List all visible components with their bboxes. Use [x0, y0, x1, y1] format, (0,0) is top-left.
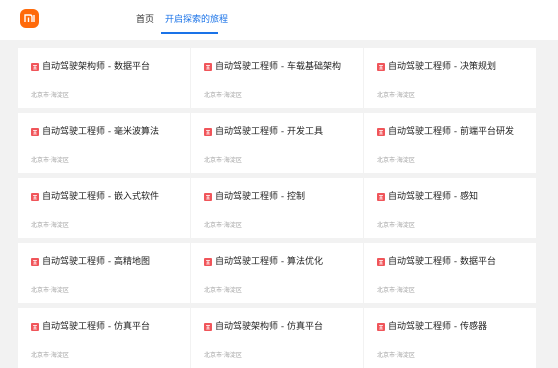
job-location: 北京市·海淀区	[204, 287, 242, 294]
job-location: 北京市·海淀区	[204, 222, 242, 229]
job-card[interactable]: 自动驾驶工程师 - 决策规划北京市·海淀区	[364, 48, 536, 108]
job-card[interactable]: 自动驾驶工程师 - 数据平台北京市·海淀区	[364, 243, 536, 303]
job-card[interactable]: 自动驾驶工程师 - 传感器北京市·海淀区	[364, 308, 536, 368]
job-location: 北京市·海淀区	[204, 92, 242, 99]
job-location: 北京市·海淀区	[204, 352, 242, 359]
job-title-text[interactable]: 自动驾驶工程师 - 仿真平台	[42, 321, 150, 334]
job-title: 自动驾驶工程师 - 决策规划	[377, 61, 524, 74]
job-title-text[interactable]: 自动驾驶工程师 - 车载基础架构	[215, 61, 341, 74]
tab-explore-journey[interactable]: 开启探索的旅程	[165, 14, 228, 26]
job-type-badge-icon	[31, 193, 39, 201]
tab-home[interactable]: 首页	[136, 14, 154, 26]
job-title: 自动驾驶工程师 - 感知	[377, 191, 524, 204]
job-type-badge-icon	[204, 258, 212, 266]
active-tab-underline	[161, 32, 218, 34]
job-location: 北京市·海淀区	[377, 287, 415, 294]
job-location: 北京市·海淀区	[31, 92, 69, 99]
job-card[interactable]: 自动驾驶工程师 - 仿真平台北京市·海淀区	[18, 308, 190, 368]
job-card[interactable]: 自动驾驶工程师 - 开发工具北京市·海淀区	[191, 113, 363, 173]
job-type-badge-icon	[31, 258, 39, 266]
job-title-text[interactable]: 自动驾驶工程师 - 毫米波算法	[42, 126, 159, 139]
job-type-badge-icon	[377, 193, 385, 201]
job-title: 自动驾驶工程师 - 传感器	[377, 321, 524, 334]
job-title: 自动驾驶工程师 - 毫米波算法	[31, 126, 178, 139]
job-location: 北京市·海淀区	[31, 222, 69, 229]
job-location: 北京市·海淀区	[31, 352, 69, 359]
job-type-badge-icon	[204, 128, 212, 136]
job-location: 北京市·海淀区	[377, 92, 415, 99]
job-type-badge-icon	[204, 63, 212, 71]
job-title: 自动驾驶工程师 - 高精地图	[31, 256, 178, 269]
job-card[interactable]: 自动驾驶工程师 - 感知北京市·海淀区	[364, 178, 536, 238]
job-title: 自动驾驶工程师 - 仿真平台	[31, 321, 178, 334]
job-card[interactable]: 自动驾驶工程师 - 前端平台研发北京市·海淀区	[364, 113, 536, 173]
top-nav-bar: 首页 开启探索的旅程	[0, 0, 558, 40]
job-title: 自动驾驶工程师 - 开发工具	[204, 126, 351, 139]
job-type-badge-icon	[377, 63, 385, 71]
job-type-badge-icon	[377, 258, 385, 266]
job-title: 自动驾驶工程师 - 前端平台研发	[377, 126, 524, 139]
job-title-text[interactable]: 自动驾驶工程师 - 高精地图	[42, 256, 150, 269]
job-title-text[interactable]: 自动驾驶工程师 - 开发工具	[215, 126, 323, 139]
job-title-text[interactable]: 自动驾驶工程师 - 决策规划	[388, 61, 496, 74]
job-title-text[interactable]: 自动驾驶工程师 - 传感器	[388, 321, 487, 334]
job-type-badge-icon	[31, 323, 39, 331]
job-title-text[interactable]: 自动驾驶工程师 - 感知	[388, 191, 478, 204]
job-title: 自动驾驶工程师 - 车载基础架构	[204, 61, 351, 74]
job-location: 北京市·海淀区	[377, 157, 415, 164]
job-type-badge-icon	[204, 323, 212, 331]
job-card[interactable]: 自动驾驶工程师 - 毫米波算法北京市·海淀区	[18, 113, 190, 173]
job-title: 自动驾驶工程师 - 算法优化	[204, 256, 351, 269]
job-title-text[interactable]: 自动驾驶工程师 - 算法优化	[215, 256, 323, 269]
job-title: 自动驾驶架构师 - 仿真平台	[204, 321, 351, 334]
job-title: 自动驾驶架构师 - 数据平台	[31, 61, 178, 74]
job-title-text[interactable]: 自动驾驶架构师 - 数据平台	[42, 61, 150, 74]
job-card[interactable]: 自动驾驶工程师 - 高精地图北京市·海淀区	[18, 243, 190, 303]
job-location: 北京市·海淀区	[31, 157, 69, 164]
job-title-text[interactable]: 自动驾驶工程师 - 嵌入式软件	[42, 191, 159, 204]
job-type-badge-icon	[377, 323, 385, 331]
job-location: 北京市·海淀区	[31, 287, 69, 294]
job-card[interactable]: 自动驾驶工程师 - 嵌入式软件北京市·海淀区	[18, 178, 190, 238]
job-title: 自动驾驶工程师 - 数据平台	[377, 256, 524, 269]
job-type-badge-icon	[377, 128, 385, 136]
job-title-text[interactable]: 自动驾驶工程师 - 数据平台	[388, 256, 496, 269]
job-card[interactable]: 自动驾驶架构师 - 仿真平台北京市·海淀区	[191, 308, 363, 368]
job-location: 北京市·海淀区	[204, 157, 242, 164]
job-card[interactable]: 自动驾驶工程师 - 算法优化北京市·海淀区	[191, 243, 363, 303]
mi-logo-icon[interactable]	[20, 9, 39, 28]
job-card[interactable]: 自动驾驶工程师 - 控制北京市·海淀区	[191, 178, 363, 238]
job-card[interactable]: 自动驾驶工程师 - 车载基础架构北京市·海淀区	[191, 48, 363, 108]
job-title-text[interactable]: 自动驾驶架构师 - 仿真平台	[215, 321, 323, 334]
job-type-badge-icon	[204, 193, 212, 201]
job-title: 自动驾驶工程师 - 嵌入式软件	[31, 191, 178, 204]
job-location: 北京市·海淀区	[377, 352, 415, 359]
job-card[interactable]: 自动驾驶架构师 - 数据平台北京市·海淀区	[18, 48, 190, 108]
job-title: 自动驾驶工程师 - 控制	[204, 191, 351, 204]
job-card-grid: 自动驾驶架构师 - 数据平台 北京市·海淀区 自动驾驶工程师 - 车载基础架构 北京市…	[18, 48, 536, 368]
job-type-badge-icon	[31, 128, 39, 136]
job-title-text[interactable]: 自动驾驶工程师 - 控制	[215, 191, 305, 204]
job-type-badge-icon	[31, 63, 39, 71]
job-title-text[interactable]: 自动驾驶工程师 - 前端平台研发	[388, 126, 514, 139]
job-location: 北京市·海淀区	[377, 222, 415, 229]
